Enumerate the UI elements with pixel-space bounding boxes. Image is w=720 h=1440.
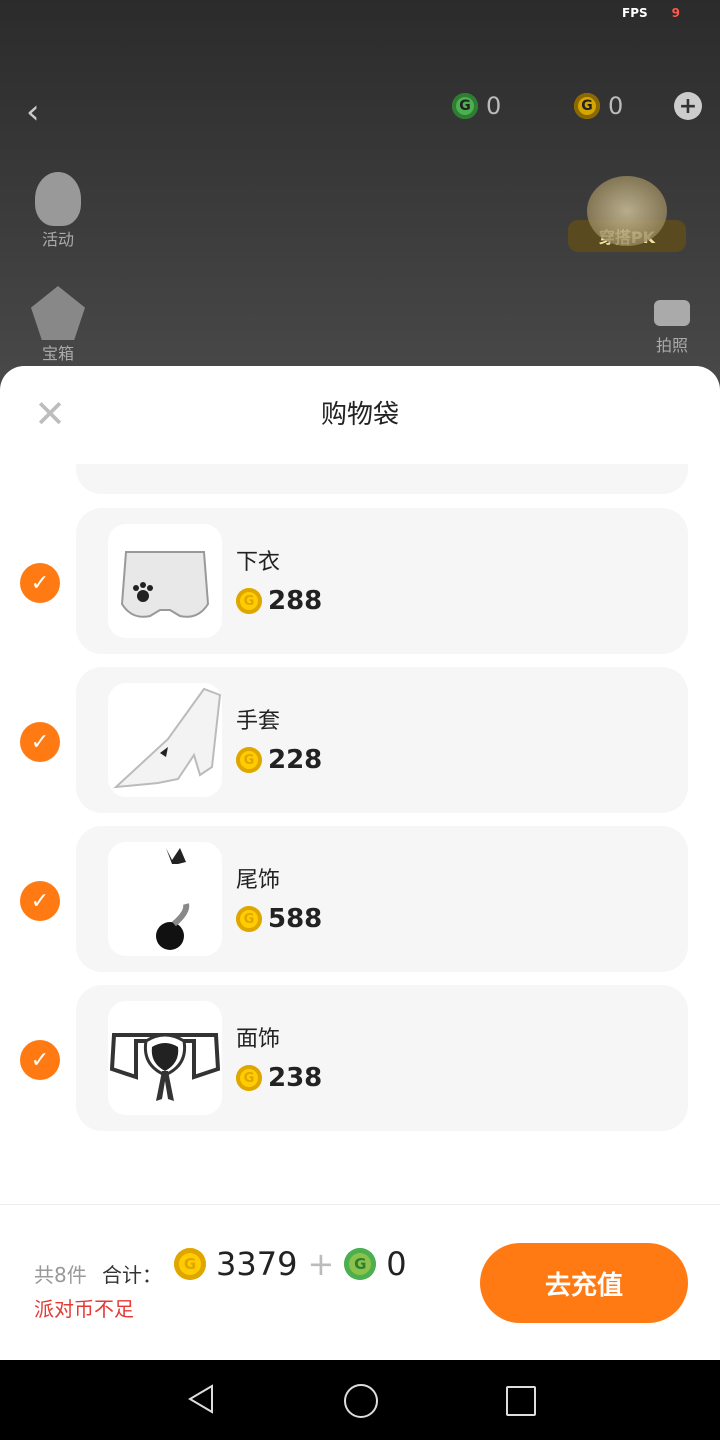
item-price-value: 238 xyxy=(268,1063,323,1093)
cart-item-card[interactable]: 下衣 288 xyxy=(76,508,688,654)
cart-item-card[interactable]: 手套 228 xyxy=(76,667,688,813)
item-name: 下衣 xyxy=(236,550,281,575)
cart-item-card[interactable]: 尾饰 588 xyxy=(76,826,688,972)
camera-icon xyxy=(654,300,690,326)
pants-thumbnail xyxy=(108,524,222,638)
total-label: 合计： xyxy=(102,1263,162,1287)
check-icon[interactable]: ✓ xyxy=(20,563,60,603)
camera-button[interactable]: 拍照 xyxy=(654,300,690,356)
item-name: 面饰 xyxy=(236,1027,281,1052)
green-coin-count: 0 xyxy=(486,92,502,120)
balloon-icon xyxy=(35,172,81,226)
glove-thumbnail xyxy=(108,683,222,797)
green-total: 0 xyxy=(386,1245,407,1283)
side-menu-activity[interactable]: 活动 xyxy=(26,172,90,250)
gold-coin-balance: 0 xyxy=(574,92,623,120)
outfit-pk-button[interactable]: 穿搭PK xyxy=(568,176,686,268)
green-coin-icon xyxy=(452,93,478,119)
gold-coin-icon xyxy=(574,93,600,119)
gold-coin-icon xyxy=(236,747,262,773)
gold-coin-icon xyxy=(236,588,262,614)
crown-icon xyxy=(587,176,667,246)
item-count: 共8件 xyxy=(34,1263,87,1287)
nav-back-icon[interactable] xyxy=(186,1384,216,1414)
nav-home-icon[interactable] xyxy=(344,1384,378,1418)
gold-coin-count: 0 xyxy=(608,92,624,120)
sheet-title: 购物袋 xyxy=(320,400,399,430)
fps-counter: FPS 9 xyxy=(622,6,680,20)
cart-item-card[interactable]: 面饰 238 xyxy=(76,985,688,1131)
fps-label: FPS xyxy=(622,6,648,20)
gold-coin-icon xyxy=(236,906,262,932)
check-icon[interactable]: ✓ xyxy=(20,722,60,762)
side-menu-activity-label: 活动 xyxy=(41,230,74,249)
cart-item[interactable]: ✓ 尾饰 588 xyxy=(0,826,720,972)
total-amount: 3379 + 0 xyxy=(174,1245,407,1283)
plus-sign: + xyxy=(307,1245,335,1283)
cart-item[interactable]: ✓ 下衣 288 xyxy=(0,508,720,654)
camera-label: 拍照 xyxy=(655,336,688,355)
gold-coin-icon xyxy=(236,1065,262,1091)
list-item-partial xyxy=(76,464,688,494)
item-price: 588 xyxy=(236,904,322,934)
check-icon[interactable]: ✓ xyxy=(20,881,60,921)
green-coin-balance: 0 xyxy=(452,92,501,120)
gold-total: 3379 xyxy=(216,1245,298,1283)
back-button[interactable]: ‹ xyxy=(26,92,62,132)
system-nav-bar xyxy=(0,1360,720,1440)
item-price-value: 228 xyxy=(268,745,323,775)
item-price-value: 288 xyxy=(268,586,323,616)
item-price-value: 588 xyxy=(268,904,323,934)
nav-recent-icon[interactable] xyxy=(506,1386,536,1416)
recharge-button[interactable]: 去充值 xyxy=(480,1243,688,1323)
item-price: 228 xyxy=(236,745,322,775)
checkout-footer: 共8件 合计： 3379 + 0 派对币不足 去充值 xyxy=(0,1204,720,1361)
treasure-icon xyxy=(31,286,85,340)
fps-value: 9 xyxy=(671,6,680,20)
check-icon[interactable]: ✓ xyxy=(20,1040,60,1080)
bow-thumbnail xyxy=(108,1001,222,1115)
tail-thumbnail xyxy=(108,842,222,956)
item-name: 尾饰 xyxy=(236,868,281,893)
shopping-bag-sheet: ✕ 购物袋 ✓ 下衣 G 288 ✓ 手套 G 228 ✓ 尾饰 G 588 ✓… xyxy=(0,366,720,1360)
add-coins-button[interactable]: + xyxy=(674,92,702,120)
gold-coin-icon xyxy=(174,1248,206,1280)
cart-item[interactable]: ✓ 手套 228 xyxy=(0,667,720,813)
insufficient-funds-warning: 派对币不足 xyxy=(34,1297,134,1321)
green-coin-icon xyxy=(344,1248,377,1280)
cart-item[interactable]: ✓ 面饰 238 xyxy=(0,985,720,1131)
item-name: 手套 xyxy=(236,709,281,734)
item-price: 238 xyxy=(236,1063,322,1093)
item-price: 288 xyxy=(236,586,322,616)
side-menu-treasure-label: 宝箱 xyxy=(41,344,74,363)
cart-item-list[interactable]: ✓ 下衣 288 ✓ xyxy=(0,464,720,1154)
side-menu-treasure[interactable]: 宝箱 xyxy=(26,286,90,364)
